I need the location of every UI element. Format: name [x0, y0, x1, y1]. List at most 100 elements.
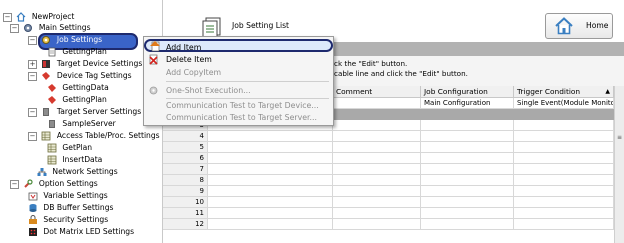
- tree-item-db-buffer-settings[interactable]: DB Buffer Settings: [28, 202, 114, 214]
- table-row[interactable]: 4: [163, 131, 614, 142]
- one-shot-execution-icon: [148, 85, 159, 96]
- menu-item-add-copy-item[interactable]: Add CopyItem: [144, 66, 333, 79]
- comment-cell[interactable]: [333, 109, 421, 120]
- comment-cell[interactable]: [333, 175, 421, 186]
- collapse-toggle[interactable]: −: [28, 131, 37, 141]
- tree-item-option-settings[interactable]: − Option Settings: [10, 178, 98, 190]
- table-icon: [47, 143, 57, 153]
- job-configuration-cell[interactable]: [421, 186, 514, 197]
- table-row[interactable]: 12: [163, 219, 614, 230]
- trigger-condition-cell[interactable]: [514, 109, 614, 120]
- trigger-condition-cell[interactable]: [514, 153, 614, 164]
- wrench-icon: [23, 179, 34, 189]
- collapse-toggle[interactable]: −: [28, 71, 37, 81]
- comment-cell[interactable]: [333, 98, 421, 109]
- comment-cell[interactable]: [333, 120, 421, 131]
- menu-item-delete-item[interactable]: Delete Item: [144, 53, 333, 66]
- trigger-condition-cell[interactable]: Single Event(Module Monitor: [514, 98, 614, 109]
- row-cell[interactable]: [208, 197, 333, 208]
- table-row[interactable]: 5: [163, 142, 614, 153]
- row-cell[interactable]: [208, 219, 333, 230]
- comment-cell[interactable]: [333, 197, 421, 208]
- comment-cell[interactable]: [333, 131, 421, 142]
- job-configuration-cell[interactable]: [421, 208, 514, 219]
- table-row[interactable]: 9: [163, 186, 614, 197]
- column-header-comment[interactable]: Comment: [333, 86, 421, 98]
- tag-icon: [47, 83, 57, 93]
- sort-ascending-icon: ▲: [605, 88, 610, 95]
- tree-item-security-settings[interactable]: Security Settings: [28, 214, 108, 226]
- tree-item-insertdata[interactable]: InsertData: [47, 154, 102, 166]
- table-row[interactable]: 10: [163, 197, 614, 208]
- menu-item-one-shot-execution[interactable]: One-Shot Execution...: [144, 84, 333, 97]
- menu-item-label: Communication Test to Target Server...: [166, 113, 317, 122]
- row-number-cell: 11: [163, 208, 208, 219]
- tree-item-sampleserver[interactable]: SampleServer: [47, 118, 116, 130]
- column-header-trigger-condition[interactable]: Trigger Condition ▲: [514, 86, 614, 98]
- vertical-scrollbar[interactable]: ≡: [614, 86, 624, 243]
- job-configuration-cell[interactable]: [421, 131, 514, 142]
- table-row[interactable]: 7: [163, 164, 614, 175]
- column-header-job-configuration[interactable]: Job Configuration: [421, 86, 514, 98]
- row-cell[interactable]: [208, 208, 333, 219]
- collapse-toggle[interactable]: −: [10, 23, 19, 33]
- comment-cell[interactable]: [333, 153, 421, 164]
- tree-item-variable-settings[interactable]: Variable Settings: [28, 190, 108, 202]
- comment-cell[interactable]: [333, 186, 421, 197]
- job-configuration-cell[interactable]: [421, 153, 514, 164]
- comment-cell[interactable]: [333, 208, 421, 219]
- home-label: Home: [586, 21, 609, 30]
- table-row[interactable]: 6: [163, 153, 614, 164]
- server-icon: [41, 107, 51, 117]
- tree-item-target-server-settings[interactable]: − Target Server Settings: [28, 106, 141, 118]
- tree-item-gettingdata[interactable]: GettingData: [47, 82, 109, 94]
- job-configuration-cell[interactable]: [421, 219, 514, 230]
- menu-item-add-item[interactable]: Add Item: [144, 39, 333, 52]
- home-button[interactable]: Home: [545, 13, 613, 39]
- trigger-condition-cell[interactable]: [514, 186, 614, 197]
- row-cell[interactable]: [208, 131, 333, 142]
- row-cell[interactable]: [208, 175, 333, 186]
- row-cell[interactable]: [208, 142, 333, 153]
- job-configuration-cell[interactable]: [421, 120, 514, 131]
- collapse-toggle[interactable]: −: [10, 179, 19, 189]
- job-configuration-cell[interactable]: Main Configuration: [421, 98, 514, 109]
- table-row[interactable]: 8: [163, 175, 614, 186]
- trigger-condition-cell[interactable]: [514, 197, 614, 208]
- table-row[interactable]: 11: [163, 208, 614, 219]
- trigger-condition-cell[interactable]: [514, 120, 614, 131]
- comment-cell[interactable]: [333, 142, 421, 153]
- trigger-condition-cell[interactable]: [514, 164, 614, 175]
- job-configuration-cell[interactable]: [421, 109, 514, 120]
- instruction-line-2: licable line and click the "Edit" button…: [330, 69, 468, 78]
- trigger-condition-cell[interactable]: [514, 219, 614, 230]
- row-cell[interactable]: [208, 164, 333, 175]
- tree-item-getplan[interactable]: GetPlan: [47, 142, 92, 154]
- tree-item-access-table-settings[interactable]: − Access Table/Proc. Settings: [28, 130, 160, 142]
- tree-item-gettingplan-job[interactable]: GettingPlan: [47, 46, 107, 58]
- collapse-toggle[interactable]: −: [28, 35, 37, 45]
- tree-item-device-tag-settings[interactable]: − Device Tag Settings: [28, 70, 132, 82]
- tree-item-network-settings[interactable]: Network Settings: [37, 166, 118, 178]
- comment-cell[interactable]: [333, 164, 421, 175]
- job-configuration-cell[interactable]: [421, 175, 514, 186]
- collapse-toggle[interactable]: −: [3, 12, 12, 22]
- job-configuration-cell[interactable]: [421, 142, 514, 153]
- trigger-condition-cell[interactable]: [514, 142, 614, 153]
- collapse-toggle[interactable]: −: [28, 107, 37, 117]
- trigger-condition-cell[interactable]: [514, 175, 614, 186]
- row-cell[interactable]: [208, 186, 333, 197]
- expand-toggle[interactable]: +: [28, 59, 37, 69]
- trigger-condition-cell[interactable]: [514, 131, 614, 142]
- job-configuration-cell[interactable]: [421, 197, 514, 208]
- tree-item-target-device-settings[interactable]: + Target Device Settings: [28, 58, 142, 70]
- job-configuration-cell[interactable]: [421, 164, 514, 175]
- comment-cell[interactable]: [333, 219, 421, 230]
- tree-item-job-settings[interactable]: − Job Settings: [28, 34, 102, 46]
- tree-item-dot-matrix-led-settings[interactable]: Dot Matrix LED Settings: [28, 226, 134, 238]
- menu-item-communication-test-server[interactable]: Communication Test to Target Server...: [144, 111, 333, 124]
- tree-item-main-settings[interactable]: − Main Settings: [10, 22, 91, 34]
- trigger-condition-cell[interactable]: [514, 208, 614, 219]
- row-cell[interactable]: [208, 153, 333, 164]
- tree-item-gettingplan-tag[interactable]: GettingPlan: [47, 94, 107, 106]
